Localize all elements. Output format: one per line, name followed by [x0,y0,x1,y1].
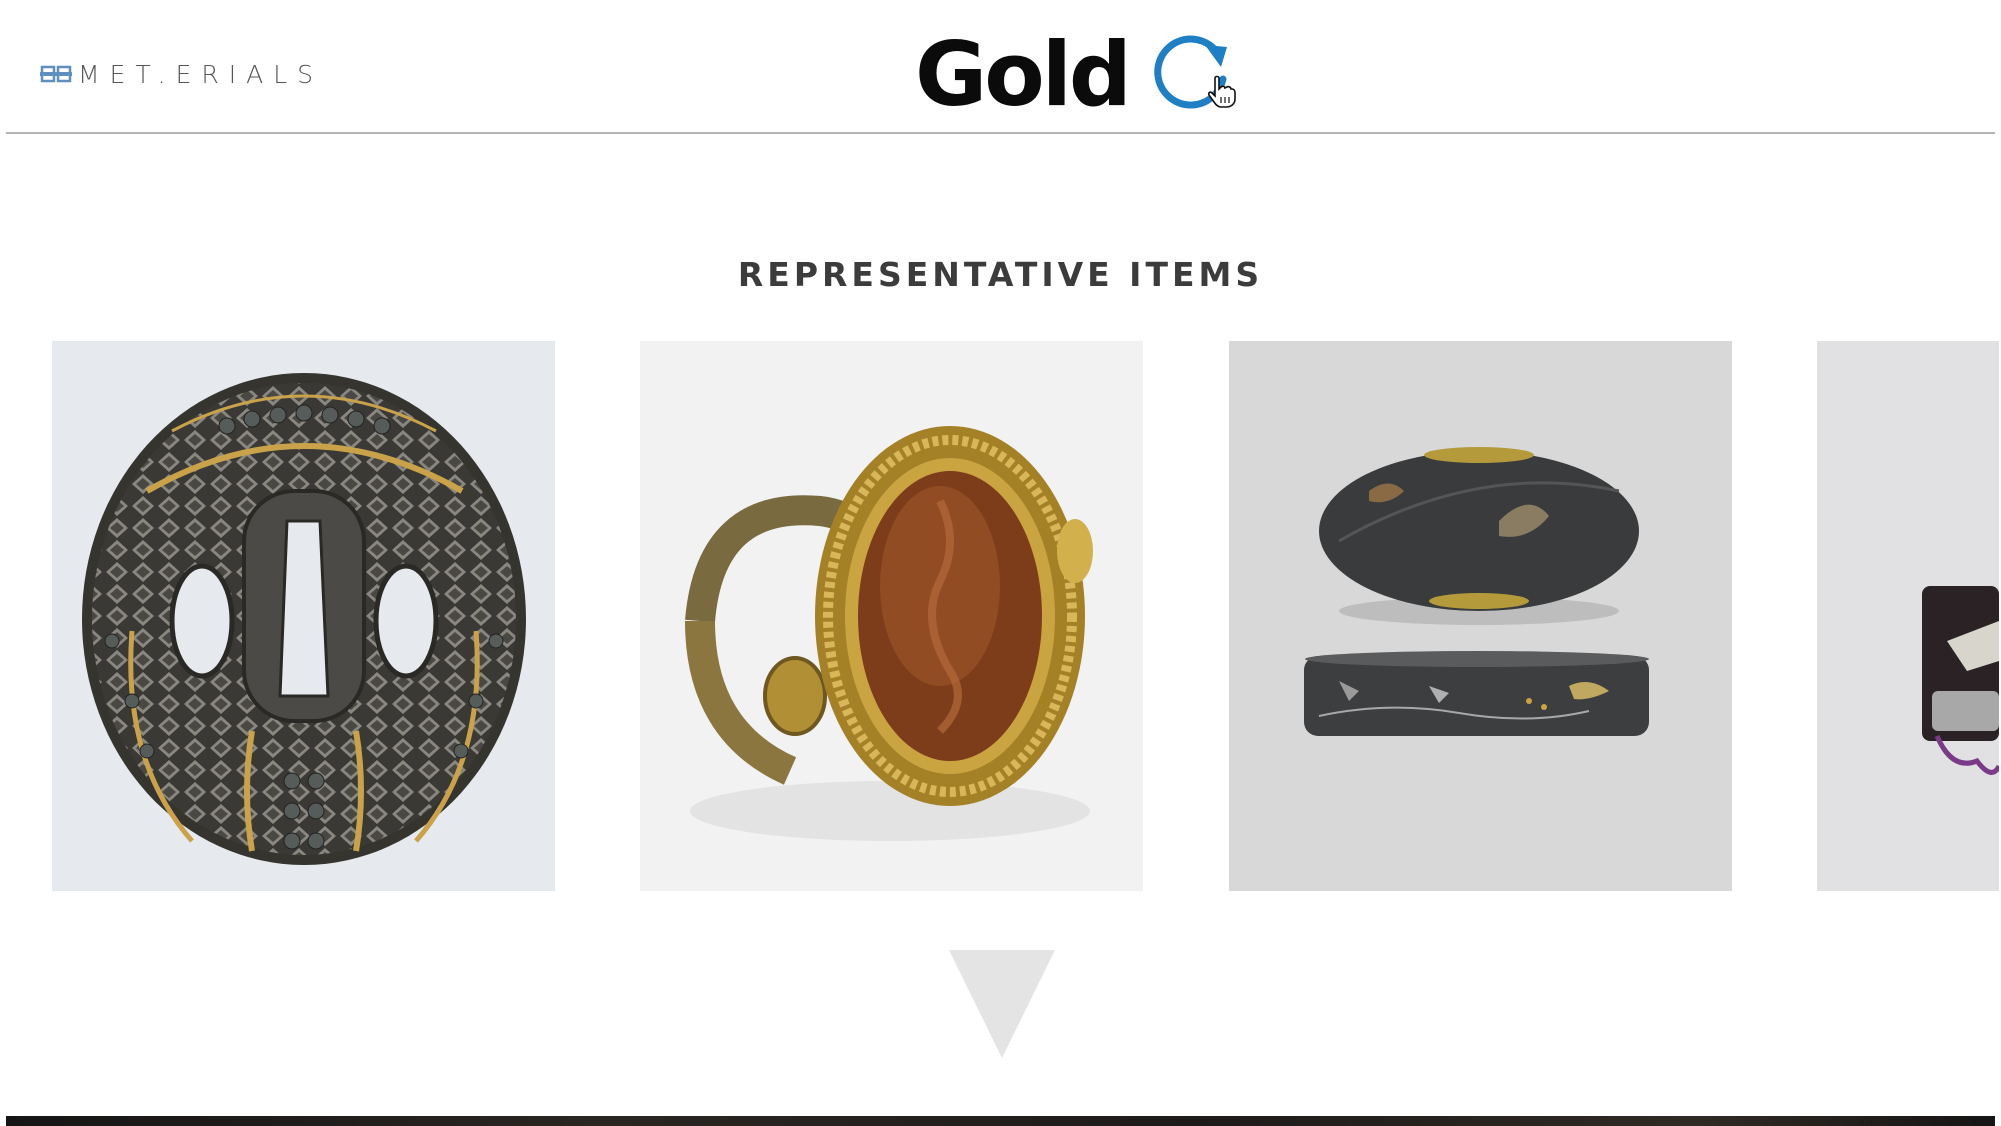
logo-text: MET.ERIALS [78,59,324,89]
item-card-inro[interactable] [1817,341,1999,891]
sword-fittings-fuchi-kashira-image [1229,341,1732,891]
chain-link-icon [40,65,72,83]
site-logo[interactable]: MET.ERIALS [40,54,323,94]
refresh-button[interactable] [1149,33,1236,117]
item-card-ring[interactable] [640,341,1143,891]
item-card-tsuba[interactable] [52,341,555,891]
page-title: Gold [915,23,1132,126]
next-section-preview [6,1116,1995,1126]
section-title: REPRESENTATIVE ITEMS [737,255,1264,294]
hand-cursor-icon [1207,75,1236,108]
lacquer-inro-image-partial [1817,341,1999,891]
down-triangle-icon[interactable] [949,950,1055,1058]
item-card-sword-fittings[interactable] [1229,341,1732,891]
sword-guard-tsuba-image [82,373,526,865]
page-header: Gold [915,23,1236,126]
gold-intaglio-ring-image [640,341,1143,891]
header-divider [6,132,1995,134]
